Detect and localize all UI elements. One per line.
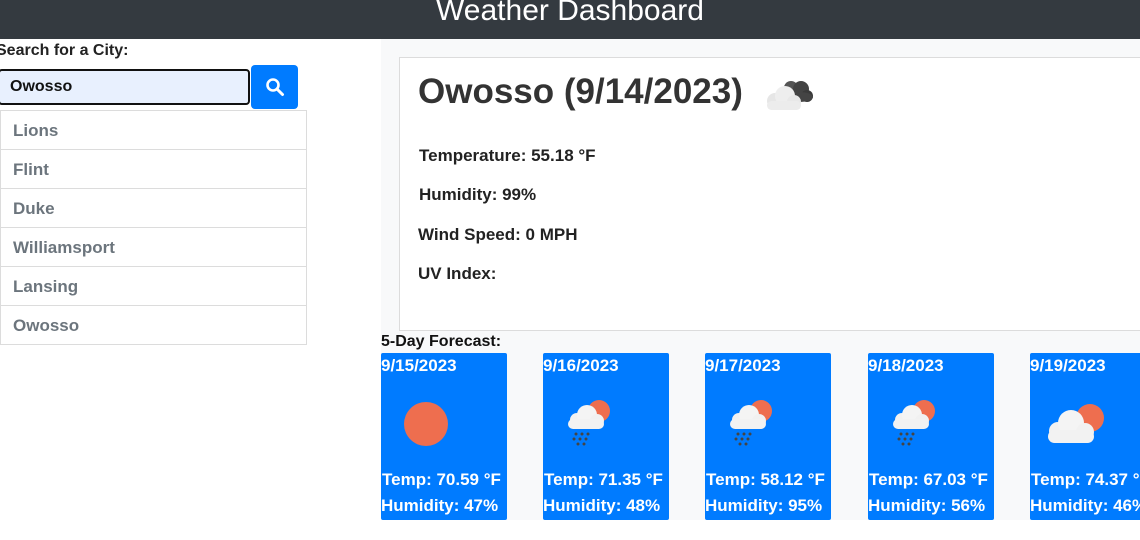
current-humidity: Humidity: 99% (419, 185, 537, 204)
rain-sun-cloud-icon (730, 400, 772, 446)
current-uv-index: UV Index: (418, 264, 497, 283)
dark-cloud-icon (767, 81, 813, 110)
current-city-title: Owosso (9/14/2023) (418, 72, 743, 111)
forecast-card: 9/18/2023 Temp: 67.03 °F Humidity: 56% (868, 353, 994, 520)
forecast-humidity: Humidity: 48% (543, 496, 661, 515)
history-item-owosso[interactable]: Owosso (0, 306, 307, 345)
history-item-lansing[interactable]: Lansing (0, 267, 307, 306)
forecast-temp: Temp: 74.37 °F (1031, 470, 1140, 489)
history-item-flint[interactable]: Flint (0, 150, 307, 189)
forecast-temp: Temp: 71.35 °F (544, 470, 663, 489)
forecast-date: 9/19/2023 (1030, 356, 1106, 375)
sun-icon (404, 402, 448, 446)
forecast-humidity: Humidity: 56% (868, 496, 986, 515)
forecast-date: 9/18/2023 (868, 356, 944, 375)
forecast-temp: Temp: 67.03 °F (869, 470, 988, 489)
current-wind-speed: Wind Speed: 0 MPH (418, 225, 578, 244)
forecast-date: 9/16/2023 (543, 356, 619, 375)
forecast-temp: Temp: 58.12 °F (706, 470, 825, 489)
rain-sun-cloud-icon (893, 400, 935, 446)
forecast-card: 9/19/2023 Temp: 74.37 °F Humidity: 46% (1030, 353, 1140, 520)
history-item-lions[interactable]: Lions (0, 110, 307, 150)
app-header: Weather Dashboard (0, 0, 1140, 39)
sidebar: Search for a City: Lions Flint Duke Will… (0, 39, 381, 520)
history-item-duke[interactable]: Duke (0, 189, 307, 228)
search-history-list: Lions Flint Duke Williamsport Lansing Ow… (0, 110, 307, 345)
forecast-humidity: Humidity: 47% (381, 496, 499, 515)
city-search-input[interactable] (0, 69, 250, 105)
forecast-temp: Temp: 70.59 °F (382, 470, 501, 489)
forecast-heading: 5-Day Forecast: (381, 333, 502, 350)
app-title: Weather Dashboard (436, 0, 704, 27)
page-footer-space (0, 520, 1140, 540)
history-item-williamsport[interactable]: Williamsport (0, 228, 307, 267)
forecast-card: 9/16/2023 Temp: 71.35 °F Humidity: 48% (543, 353, 669, 520)
forecast-humidity: Humidity: 95% (705, 496, 823, 515)
current-temperature: Temperature: 55.18 °F (419, 146, 596, 165)
forecast-humidity: Humidity: 46% (1030, 496, 1140, 515)
search-button[interactable] (251, 65, 298, 109)
rain-sun-cloud-icon (568, 400, 610, 446)
forecast-date: 9/15/2023 (381, 356, 457, 375)
current-weather-card: Owosso (9/14/2023) Temperature: 55.18 °F… (399, 57, 1140, 331)
forecast-card: 9/15/2023 Temp: 70.59 °F Humidity: 47% (381, 353, 507, 520)
forecast-card: 9/17/2023 Temp: 58.12 °F Humidity: 95% (705, 353, 831, 520)
search-label: Search for a City: (0, 42, 129, 59)
search-icon (265, 78, 284, 96)
forecast-date: 9/17/2023 (705, 356, 781, 375)
sun-cloud-icon (1048, 404, 1104, 443)
